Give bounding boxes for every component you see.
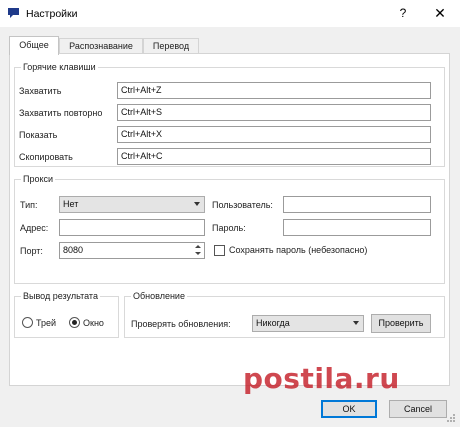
output-window-radio[interactable]	[69, 317, 80, 328]
capture-label: Захватить	[19, 86, 62, 96]
app-icon	[8, 8, 19, 18]
watermark-logo: postila.ru	[243, 362, 400, 395]
hotkeys-group: Горячие клавиши Захватить Ctrl+Alt+Z Зах…	[14, 61, 445, 167]
output-group: Вывод результата Трей Окно	[14, 290, 119, 338]
proxy-group: Прокси Тип: Нет Адрес: Порт: 8080 Пользо…	[14, 173, 445, 284]
show-label: Показать	[19, 130, 58, 140]
ok-button[interactable]: OK	[321, 400, 377, 418]
arrow-up-icon	[195, 245, 201, 248]
proxy-user-label: Пользователь:	[212, 200, 273, 210]
output-tray-label[interactable]: Трей	[36, 317, 56, 329]
update-frequency-select[interactable]: Никогда	[252, 315, 364, 332]
proxy-type-value: Нет	[63, 199, 79, 209]
proxy-password-label: Пароль:	[212, 223, 246, 233]
tab-pane-general: Горячие клавиши Захватить Ctrl+Alt+Z Зах…	[9, 53, 450, 386]
help-button[interactable]: ?	[395, 5, 411, 21]
show-hotkey-field[interactable]: Ctrl+Alt+X	[117, 126, 431, 143]
window-title: Настройки	[26, 8, 78, 20]
check-updates-label: Проверять обновления:	[131, 319, 231, 329]
proxy-address-field[interactable]	[59, 219, 205, 236]
tab-label: Общее	[19, 40, 49, 50]
output-group-title: Вывод результата	[21, 290, 100, 302]
tab-label: Распознавание	[69, 41, 133, 51]
proxy-type-label: Тип:	[20, 200, 38, 210]
proxy-type-select[interactable]: Нет	[59, 196, 205, 213]
copy-label: Скопировать	[19, 152, 73, 162]
recapture-hotkey-field[interactable]: Ctrl+Alt+S	[117, 104, 431, 121]
proxy-port-label: Порт:	[20, 246, 43, 256]
resize-grip-icon[interactable]	[446, 413, 456, 423]
recapture-label: Захватить повторно	[19, 108, 103, 118]
output-window-label[interactable]: Окно	[83, 317, 104, 329]
tab-general[interactable]: Общее	[9, 36, 59, 55]
copy-hotkey-field[interactable]: Ctrl+Alt+C	[117, 148, 431, 165]
tab-translation[interactable]: Перевод	[143, 38, 199, 54]
hotkeys-group-title: Горячие клавиши	[21, 61, 98, 73]
proxy-address-label: Адрес:	[20, 223, 49, 233]
chevron-down-icon	[353, 321, 359, 325]
tab-recognition[interactable]: Распознавание	[59, 38, 143, 54]
proxy-password-field[interactable]	[283, 219, 431, 236]
update-group: Обновление Проверять обновления: Никогда…	[124, 290, 445, 338]
capture-hotkey-field[interactable]: Ctrl+Alt+Z	[117, 82, 431, 99]
spin-arrows-icon[interactable]	[194, 244, 203, 257]
proxy-port-value: 8080	[63, 245, 84, 255]
proxy-group-title: Прокси	[21, 173, 56, 185]
update-group-title: Обновление	[131, 290, 187, 302]
arrow-down-icon	[195, 252, 201, 255]
close-button[interactable]: ✕	[432, 5, 448, 21]
output-tray-radio[interactable]	[22, 317, 33, 328]
cancel-button[interactable]: Cancel	[389, 400, 447, 418]
title-bar: Настройки ? ✕	[0, 0, 460, 27]
tab-label: Перевод	[152, 41, 190, 51]
save-password-checkbox[interactable]	[214, 245, 225, 256]
chevron-down-icon	[194, 202, 200, 206]
check-now-button[interactable]: Проверить	[371, 314, 431, 333]
update-frequency-value: Никогда	[256, 318, 290, 328]
proxy-user-field[interactable]	[283, 196, 431, 213]
save-password-label[interactable]: Сохранять пароль (небезопасно)	[229, 244, 367, 256]
proxy-port-spinbox[interactable]: 8080	[59, 242, 205, 259]
